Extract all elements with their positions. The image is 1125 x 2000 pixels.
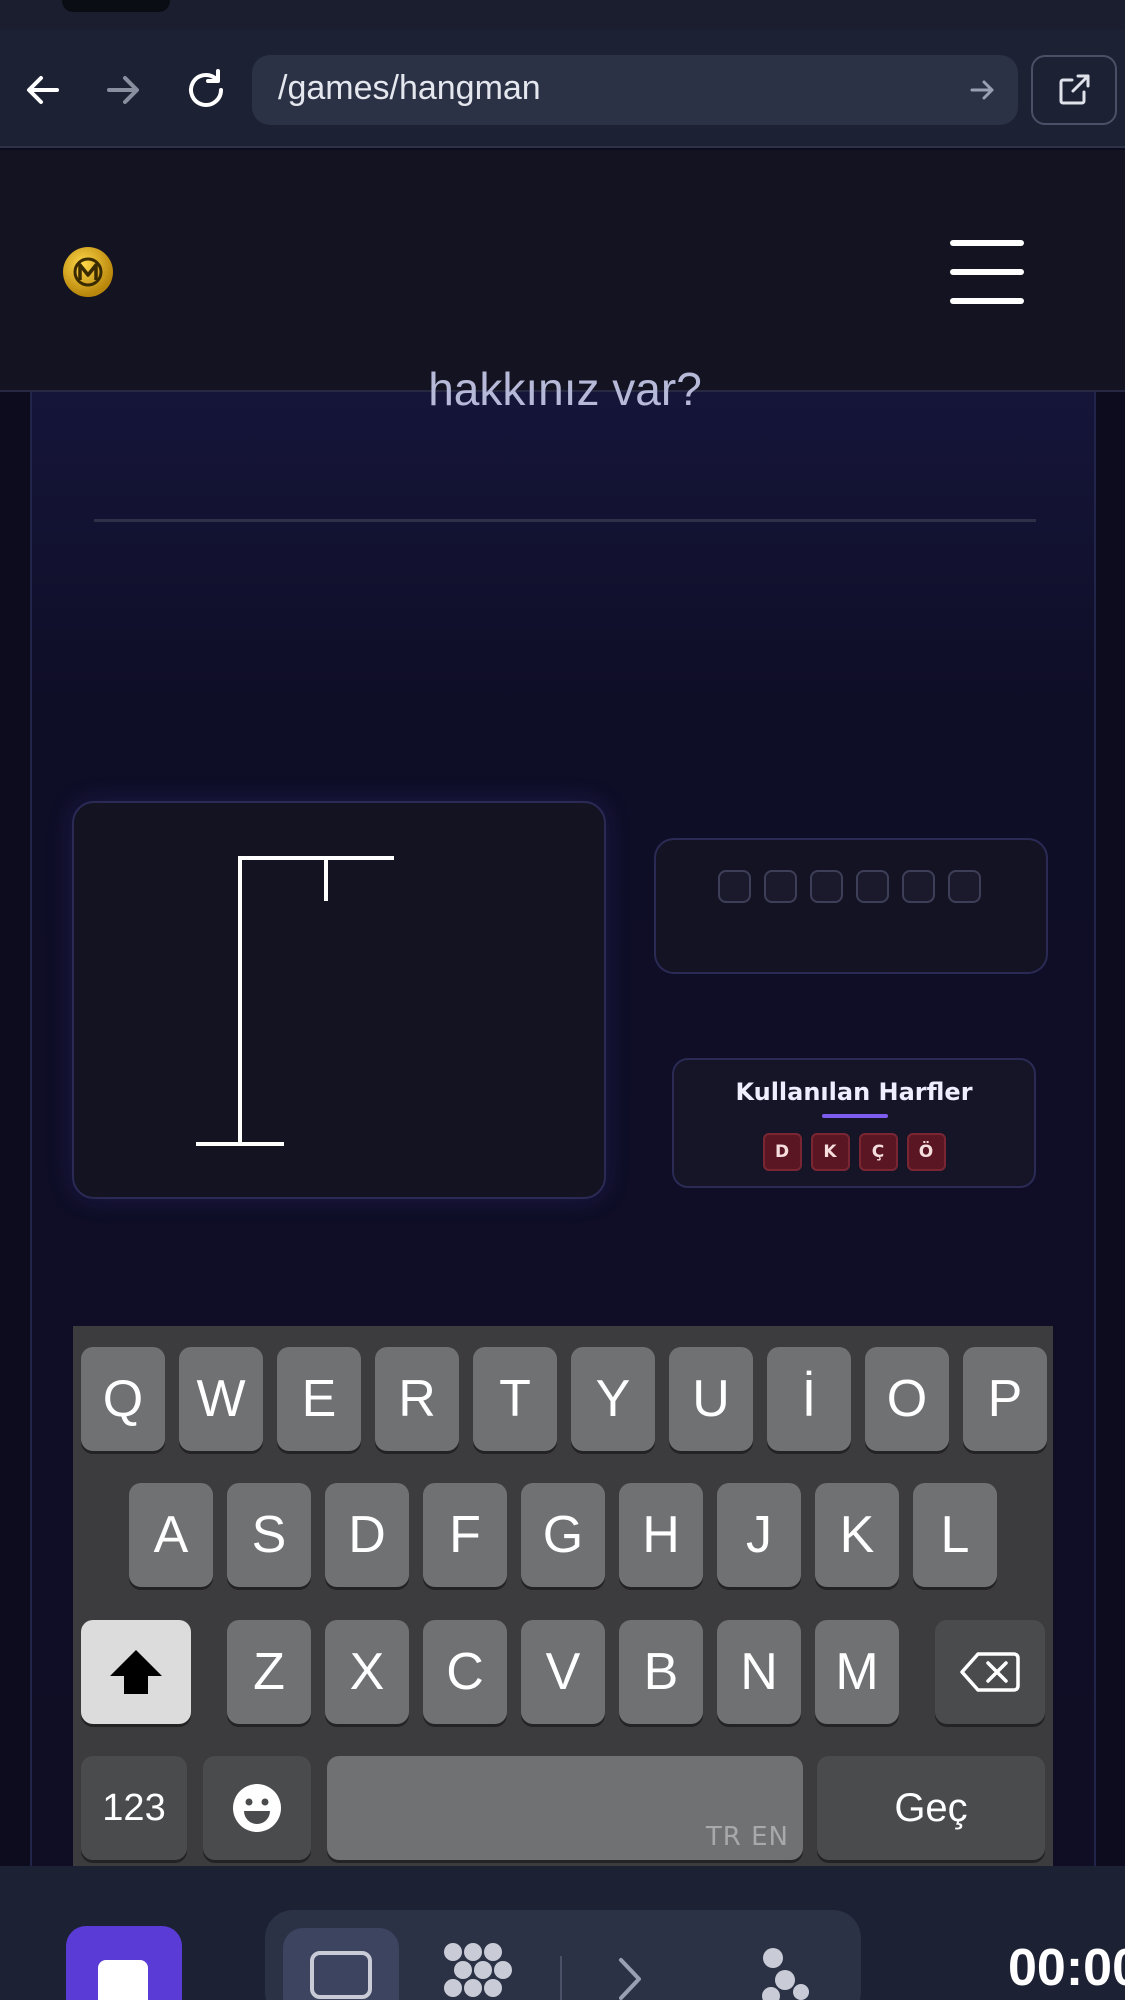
browser-toolbar: /games/hangman (0, 0, 1125, 148)
share-node-icon[interactable] (755, 1946, 811, 2000)
key-f[interactable]: F (423, 1483, 507, 1587)
letter-slot (718, 870, 751, 903)
letter-slots (718, 870, 981, 903)
key-w[interactable]: W (179, 1347, 263, 1451)
go-arrow-icon[interactable] (968, 75, 998, 105)
key-h[interactable]: H (619, 1483, 703, 1587)
recorder-tools (265, 1910, 861, 2000)
backspace-icon (960, 1652, 1020, 1692)
key-g[interactable]: G (521, 1483, 605, 1587)
key-s[interactable]: S (227, 1483, 311, 1587)
address-bar[interactable]: /games/hangman (252, 55, 1018, 125)
site-logo[interactable] (63, 247, 113, 297)
used-letters-title: Kullanılan Harfler (735, 1078, 973, 1106)
used-letters-list: DKÇÖ (674, 1133, 1034, 1171)
open-external-button[interactable] (1031, 55, 1117, 125)
back-button[interactable] (15, 62, 71, 118)
key-r[interactable]: R (375, 1347, 459, 1451)
letter-slot (764, 870, 797, 903)
word-display-panel (654, 838, 1048, 974)
screen-mode-button[interactable] (283, 1928, 399, 2000)
status-strip (0, 0, 1125, 30)
emoji-key[interactable] (203, 1756, 311, 1860)
divider (94, 519, 1036, 522)
emoji-icon (233, 1784, 281, 1832)
key-j[interactable]: J (717, 1483, 801, 1587)
external-link-icon (1059, 74, 1090, 105)
letter-slot (856, 870, 889, 903)
screen-icon (310, 1951, 372, 1999)
key-m[interactable]: M (815, 1620, 899, 1724)
menu-bar-icon (950, 240, 1024, 246)
forward-button[interactable] (95, 62, 151, 118)
key-a[interactable]: A (129, 1483, 213, 1587)
dots-icon[interactable] (441, 1940, 515, 2000)
key-u[interactable]: U (669, 1347, 753, 1451)
stop-recording-button[interactable] (66, 1926, 182, 2000)
stop-icon (98, 1960, 148, 2000)
gallows-drawing (196, 856, 394, 1146)
used-letters-panel: Kullanılan Harfler DKÇÖ (672, 1058, 1036, 1188)
used-letter: Ç (858, 1133, 898, 1171)
key-k[interactable]: K (815, 1483, 899, 1587)
arrow-left-icon (27, 76, 59, 104)
chevron-right-icon[interactable] (615, 1954, 645, 2000)
menu-bar-icon (950, 269, 1024, 275)
reload-button[interactable] (178, 62, 234, 118)
key-c[interactable]: C (423, 1620, 507, 1724)
key-l[interactable]: L (913, 1483, 997, 1587)
key-d[interactable]: D (325, 1483, 409, 1587)
letter-slot (948, 870, 981, 903)
used-letter: Ö (906, 1133, 946, 1171)
arrow-right-icon (107, 76, 139, 104)
hangman-drawing-panel (72, 801, 606, 1199)
menu-button[interactable] (950, 240, 1024, 304)
key-o[interactable]: O (865, 1347, 949, 1451)
key-p[interactable]: P (963, 1347, 1047, 1451)
recording-timer: 00:00 (1008, 1939, 1125, 1997)
key-n[interactable]: N (717, 1620, 801, 1724)
reload-icon (189, 69, 223, 107)
virtual-keyboard: 123 TR EN Geç QWERTYUİOP ASDFGHJKL ZXCVBNM (73, 1326, 1053, 1872)
shift-key[interactable] (81, 1620, 191, 1724)
camera-notch (62, 0, 170, 12)
key-y[interactable]: Y (571, 1347, 655, 1451)
key-i̇[interactable]: İ (767, 1347, 851, 1451)
question-text: hakkınız var? (428, 363, 702, 415)
space-key[interactable]: TR EN (327, 1756, 803, 1860)
letter-slot (810, 870, 843, 903)
tools-separator (560, 1956, 562, 2000)
numbers-key[interactable]: 123 (81, 1756, 187, 1860)
key-x[interactable]: X (325, 1620, 409, 1724)
key-t[interactable]: T (473, 1347, 557, 1451)
key-e[interactable]: E (277, 1347, 361, 1451)
key-b[interactable]: B (619, 1620, 703, 1724)
site-header (0, 150, 1125, 392)
backspace-key[interactable] (935, 1620, 1045, 1724)
title-underline (822, 1114, 888, 1118)
letter-slot (902, 870, 935, 903)
go-key[interactable]: Geç (817, 1756, 1045, 1860)
recorder-bar: 00:00 (0, 1866, 1125, 2000)
menu-bar-icon (950, 298, 1024, 304)
language-hint: TR EN (705, 1822, 789, 1852)
used-letter: K (810, 1133, 850, 1171)
logo-m-icon (73, 257, 103, 287)
key-q[interactable]: Q (81, 1347, 165, 1451)
used-letter: D (762, 1133, 802, 1171)
key-z[interactable]: Z (227, 1620, 311, 1724)
shift-arrow-icon (110, 1650, 162, 1694)
key-v[interactable]: V (521, 1620, 605, 1724)
url-text: /games/hangman (278, 69, 541, 107)
